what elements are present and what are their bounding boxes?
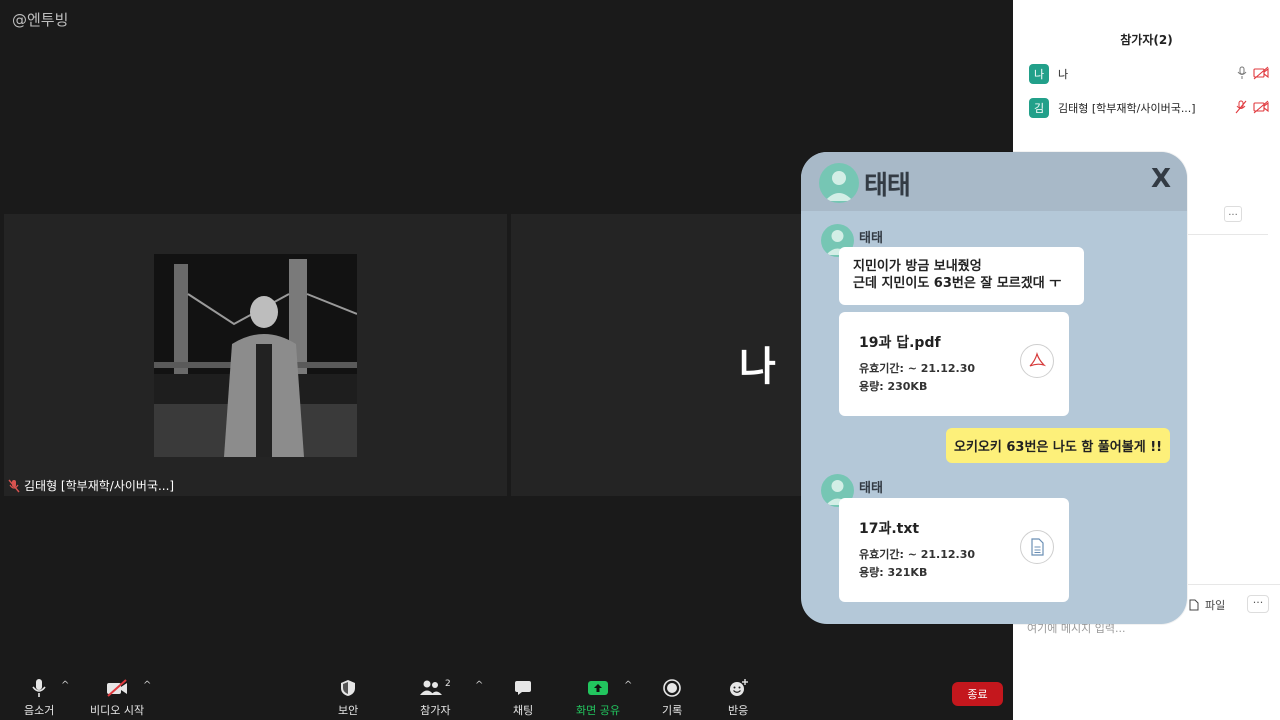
participant-photo <box>154 254 357 457</box>
close-icon[interactable]: X <box>1151 164 1171 194</box>
chat-message[interactable]: 지민이가 방금 보내줬엉 근데 지민이도 63번은 잘 모르겠대 ㅜ <box>839 247 1084 305</box>
file-name: 17과.txt <box>859 521 920 537</box>
chat-bubble-icon <box>515 681 532 695</box>
participant-name: 나 <box>1058 68 1069 81</box>
watermark: @엔투빙 <box>12 11 69 29</box>
record-button[interactable]: 기록 <box>662 678 682 718</box>
reactions-label: 반응 <box>728 704 749 717</box>
panel-title: 참가자(2) <box>1120 33 1173 47</box>
chat-header: 태태 X <box>801 152 1187 211</box>
pdf-icon[interactable] <box>1020 344 1054 378</box>
message-line: 근데 지민이도 63번은 잘 모르겠대 ㅜ <box>853 276 1062 291</box>
record-icon <box>663 679 681 697</box>
avatar: 나 <box>1029 64 1049 84</box>
file-attachment-pdf[interactable]: 19과 답.pdf 유효기간: ~ 21.12.30 용량: 230KB <box>839 312 1069 416</box>
shield-icon <box>341 680 356 696</box>
share-screen-button[interactable]: 화면 공유 <box>576 678 620 718</box>
file-expiry: 유효기간: ~ 21.12.30 <box>859 548 976 561</box>
divider <box>1188 584 1280 585</box>
mute-button[interactable]: 음소거 <box>24 678 54 718</box>
file-size: 용량: 321KB <box>859 566 928 579</box>
participant-name: 김태형 [학부재학/사이버국...] <box>1058 102 1196 115</box>
avatar <box>819 163 859 203</box>
video-options-caret[interactable]: ^ <box>143 680 151 691</box>
avatar: 김 <box>1029 98 1049 118</box>
chat-label: 채팅 <box>513 704 534 717</box>
divider <box>1188 234 1268 235</box>
file-expiry: 유효기간: ~ 21.12.30 <box>859 362 976 375</box>
share-screen-label: 화면 공유 <box>576 704 620 717</box>
mute-label: 음소거 <box>24 704 55 717</box>
video-tile-remote[interactable]: 김태형 [학부재학/사이버국...] <box>4 214 507 496</box>
document-icon[interactable] <box>1020 530 1054 564</box>
participants-label: 참가자 <box>420 704 451 717</box>
record-label: 기록 <box>662 704 683 717</box>
microphone-icon[interactable] <box>1237 66 1247 80</box>
end-meeting-button[interactable]: 종료 <box>952 682 1003 706</box>
participant-row-remote[interactable]: 김 김태형 [학부재학/사이버국...] <box>1029 97 1269 119</box>
video-off-icon[interactable] <box>1253 100 1269 114</box>
file-icon <box>1189 599 1199 611</box>
video-off-icon <box>107 679 128 697</box>
message-line: 지민이가 방금 보내줬엉 <box>853 259 982 274</box>
chat-overlay: 태태 X 태태 지민이가 방금 보내줬엉 근데 지민이도 63번은 잘 모르겠대… <box>801 152 1187 624</box>
reactions-button[interactable]: 반응 <box>728 678 748 718</box>
security-button[interactable]: 보안 <box>338 678 358 718</box>
participants-count: 2 <box>445 679 451 689</box>
meeting-toolbar: 음소거 ^ 비디오 시작 ^ 보안 2 참가자 ^ 채팅 화면 공유 ^ 기록 … <box>0 668 1013 720</box>
chat-button[interactable]: 채팅 <box>513 678 533 718</box>
video-off-icon[interactable] <box>1253 66 1269 80</box>
sender-name: 태태 <box>859 481 883 496</box>
file-size: 용량: 230KB <box>859 380 928 393</box>
participants-button[interactable]: 2 참가자 <box>420 678 451 718</box>
start-video-label: 비디오 시작 <box>90 704 145 717</box>
share-screen-icon <box>587 681 608 695</box>
remote-name: 김태형 [학부재학/사이버국...] <box>24 479 175 493</box>
panel-options-button[interactable]: ... <box>1224 206 1242 222</box>
share-options-caret[interactable]: ^ <box>624 680 632 691</box>
participant-row-self[interactable]: 나 나 <box>1029 63 1269 85</box>
self-name-label: 나 <box>739 344 776 390</box>
muted-mic-icon[interactable] <box>1235 100 1247 114</box>
my-chat-message[interactable]: 오키오키 63번은 나도 함 풀어볼게 !! <box>946 428 1171 463</box>
start-video-button[interactable]: 비디오 시작 <box>90 678 144 718</box>
file-button[interactable]: 파일 <box>1189 597 1225 613</box>
emoji-plus-icon <box>730 679 749 696</box>
microphone-icon <box>32 679 46 697</box>
chat-title: 태태 <box>864 171 911 201</box>
participants-icon <box>420 680 442 695</box>
more-options-button[interactable]: ··· <box>1247 595 1269 613</box>
remote-name-tag: 김태형 [학부재학/사이버국...] <box>8 477 174 494</box>
sender-name: 태태 <box>859 231 883 246</box>
file-attachment-txt[interactable]: 17과.txt 유효기간: ~ 21.12.30 용량: 321KB <box>839 498 1069 602</box>
file-name: 19과 답.pdf <box>859 335 941 351</box>
mute-options-caret[interactable]: ^ <box>61 680 69 691</box>
muted-mic-icon <box>8 479 20 492</box>
security-label: 보안 <box>338 704 359 717</box>
file-label: 파일 <box>1205 599 1226 612</box>
participants-options-caret[interactable]: ^ <box>475 680 483 691</box>
